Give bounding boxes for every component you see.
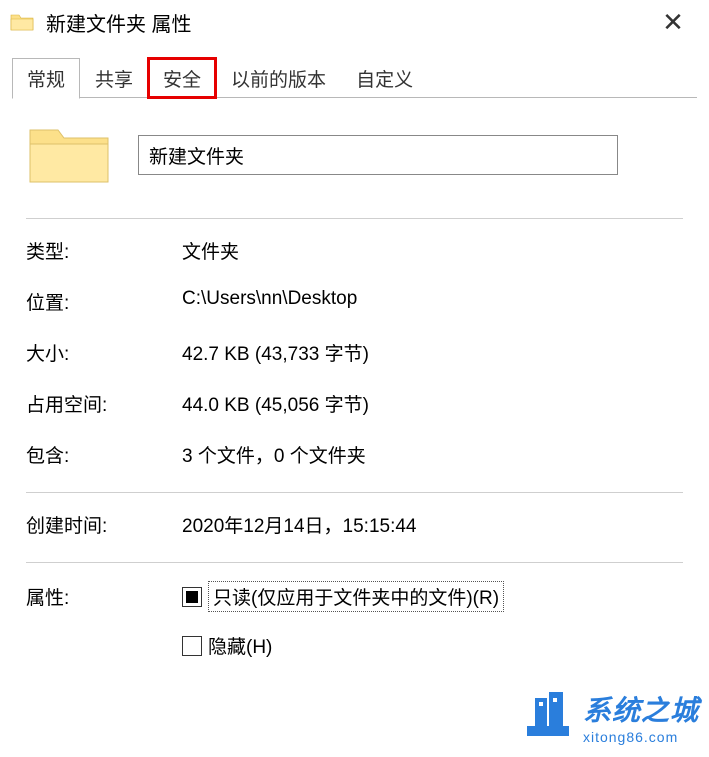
tab-sharing[interactable]: 共享 bbox=[80, 58, 148, 98]
watermark-text: 系统之城 xitong86.com bbox=[583, 689, 699, 745]
label-type: 类型: bbox=[26, 237, 182, 264]
value-location: C:\Users\nn\Desktop bbox=[182, 288, 357, 315]
row-size-on-disk: 占用空间: 44.0 KB (45,056 字节) bbox=[26, 390, 683, 417]
watermark: 系统之城 xitong86.com bbox=[521, 689, 699, 745]
label-created: 创建时间: bbox=[26, 511, 182, 538]
checkbox-hidden[interactable] bbox=[182, 636, 202, 656]
close-button[interactable]: ✕ bbox=[643, 0, 703, 44]
tab-content: 类型: 文件夹 位置: C:\Users\nn\Desktop 大小: 42.7… bbox=[0, 98, 709, 689]
row-size: 大小: 42.7 KB (43,733 字节) bbox=[26, 339, 683, 366]
hidden-label[interactable]: 隐藏(H) bbox=[208, 632, 272, 659]
folder-name-input[interactable] bbox=[138, 135, 618, 175]
watermark-logo-icon bbox=[521, 690, 575, 744]
title-bar: 新建文件夹 属性 ✕ bbox=[0, 0, 709, 44]
row-readonly: 属性: 只读(仅应用于文件夹中的文件)(R) bbox=[26, 581, 683, 612]
label-location: 位置: bbox=[26, 288, 182, 315]
divider bbox=[26, 562, 683, 563]
label-contains: 包含: bbox=[26, 441, 182, 468]
watermark-title: 系统之城 bbox=[583, 689, 699, 729]
folder-name-row bbox=[26, 120, 683, 190]
tab-security[interactable]: 安全 bbox=[148, 58, 216, 98]
checkbox-readonly[interactable] bbox=[182, 587, 202, 607]
value-type: 文件夹 bbox=[182, 237, 239, 264]
row-hidden: 隐藏(H) bbox=[26, 632, 683, 659]
value-contains: 3 个文件，0 个文件夹 bbox=[182, 441, 366, 468]
tab-general[interactable]: 常规 bbox=[12, 58, 80, 99]
watermark-url: xitong86.com bbox=[583, 729, 699, 745]
tab-strip: 常规 共享 安全 以前的版本 自定义 bbox=[0, 58, 709, 98]
value-size: 42.7 KB (43,733 字节) bbox=[182, 339, 369, 366]
tab-customize[interactable]: 自定义 bbox=[341, 58, 428, 98]
row-type: 类型: 文件夹 bbox=[26, 237, 683, 264]
label-size-on-disk: 占用空间: bbox=[26, 390, 182, 417]
label-attributes: 属性: bbox=[26, 583, 182, 610]
row-location: 位置: C:\Users\nn\Desktop bbox=[26, 288, 683, 315]
value-size-on-disk: 44.0 KB (45,056 字节) bbox=[182, 390, 369, 417]
folder-icon bbox=[10, 12, 34, 32]
divider bbox=[26, 218, 683, 219]
folder-icon-large bbox=[26, 120, 112, 190]
tab-previous-versions[interactable]: 以前的版本 bbox=[216, 58, 341, 98]
value-created: 2020年12月14日，15:15:44 bbox=[182, 511, 417, 538]
divider bbox=[26, 492, 683, 493]
row-contains: 包含: 3 个文件，0 个文件夹 bbox=[26, 441, 683, 468]
label-size: 大小: bbox=[26, 339, 182, 366]
window-title: 新建文件夹 属性 bbox=[46, 8, 643, 37]
row-created: 创建时间: 2020年12月14日，15:15:44 bbox=[26, 511, 683, 538]
readonly-label[interactable]: 只读(仅应用于文件夹中的文件)(R) bbox=[208, 581, 504, 612]
